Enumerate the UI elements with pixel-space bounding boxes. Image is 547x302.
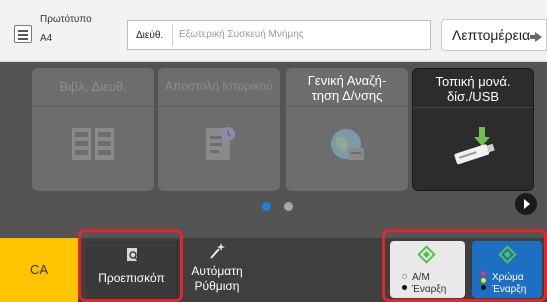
clear-all-button[interactable]: CA xyxy=(0,238,78,302)
address-book-icon xyxy=(72,128,114,160)
tile-usb-drive-label: Τοπική μονά. δίσ./USB xyxy=(413,74,533,104)
usb-drive-icon xyxy=(454,127,495,165)
address-box[interactable]: Διεύθ. Εξωτερική Συσκευή Μνήμης xyxy=(127,20,431,50)
play-arrow-icon xyxy=(524,199,530,209)
highlight-frame-start xyxy=(382,229,547,302)
address-label: Διεύθ. xyxy=(136,30,164,41)
tile-address-book: Βιβλ. Διευθ. xyxy=(32,68,154,191)
original-size: A4 xyxy=(40,33,53,44)
tile-global-search-label: Γενική Αναζή- τηση Δ/νσης xyxy=(286,73,408,103)
next-page-button[interactable] xyxy=(515,193,537,215)
auto-set-label-line2: Ρύθμιση xyxy=(194,279,240,293)
arrow-right-icon xyxy=(530,32,542,42)
original-document-icon[interactable] xyxy=(14,25,32,43)
main-panel: Βιβλ. Διευθ. Αποστολή Ιστορικού Γενική Α… xyxy=(0,62,547,238)
details-button[interactable]: Λεπτομέρεια xyxy=(441,19,547,51)
address-field[interactable]: Εξωτερική Συσκευή Μνήμης xyxy=(172,24,428,46)
details-label: Λεπτομέρεια xyxy=(452,27,531,43)
highlight-frame-preview xyxy=(78,229,183,302)
tile-global-search: Γενική Αναζή- τηση Δ/νσης xyxy=(286,68,408,191)
tile-usb-drive[interactable]: Τοπική μονά. δίσ./USB xyxy=(412,68,534,191)
tile-global-search-label-line1: Γενική Αναζή- xyxy=(307,73,387,88)
tile-send-history-label: Αποστολή Ιστορικού xyxy=(165,79,273,93)
magic-wand-icon xyxy=(210,243,225,259)
tile-send-history: Αποστολή Ιστορικού xyxy=(158,68,280,191)
tile-usb-drive-label-line2: δίσ./USB xyxy=(446,89,500,104)
global-search-icon xyxy=(331,129,364,160)
page-dot-active[interactable] xyxy=(262,202,271,211)
tile-usb-drive-label-line1: Τοπική μονά. xyxy=(435,74,511,89)
send-history-icon xyxy=(206,127,235,160)
top-bar: Πρωτότυπο A4 Διεύθ. Εξωτερική Συσκευή Μν… xyxy=(0,0,547,62)
auto-set-button[interactable]: Αυτόματη Ρύθμιση xyxy=(180,238,254,302)
original-label: Πρωτότυπο xyxy=(40,14,92,25)
tile-global-search-label-line2: τηση Δ/νσης xyxy=(311,88,383,103)
auto-set-label-line1: Αυτόματη xyxy=(191,264,243,278)
tile-address-book-label: Βιβλ. Διευθ. xyxy=(59,79,127,94)
page-dot[interactable] xyxy=(284,202,293,211)
